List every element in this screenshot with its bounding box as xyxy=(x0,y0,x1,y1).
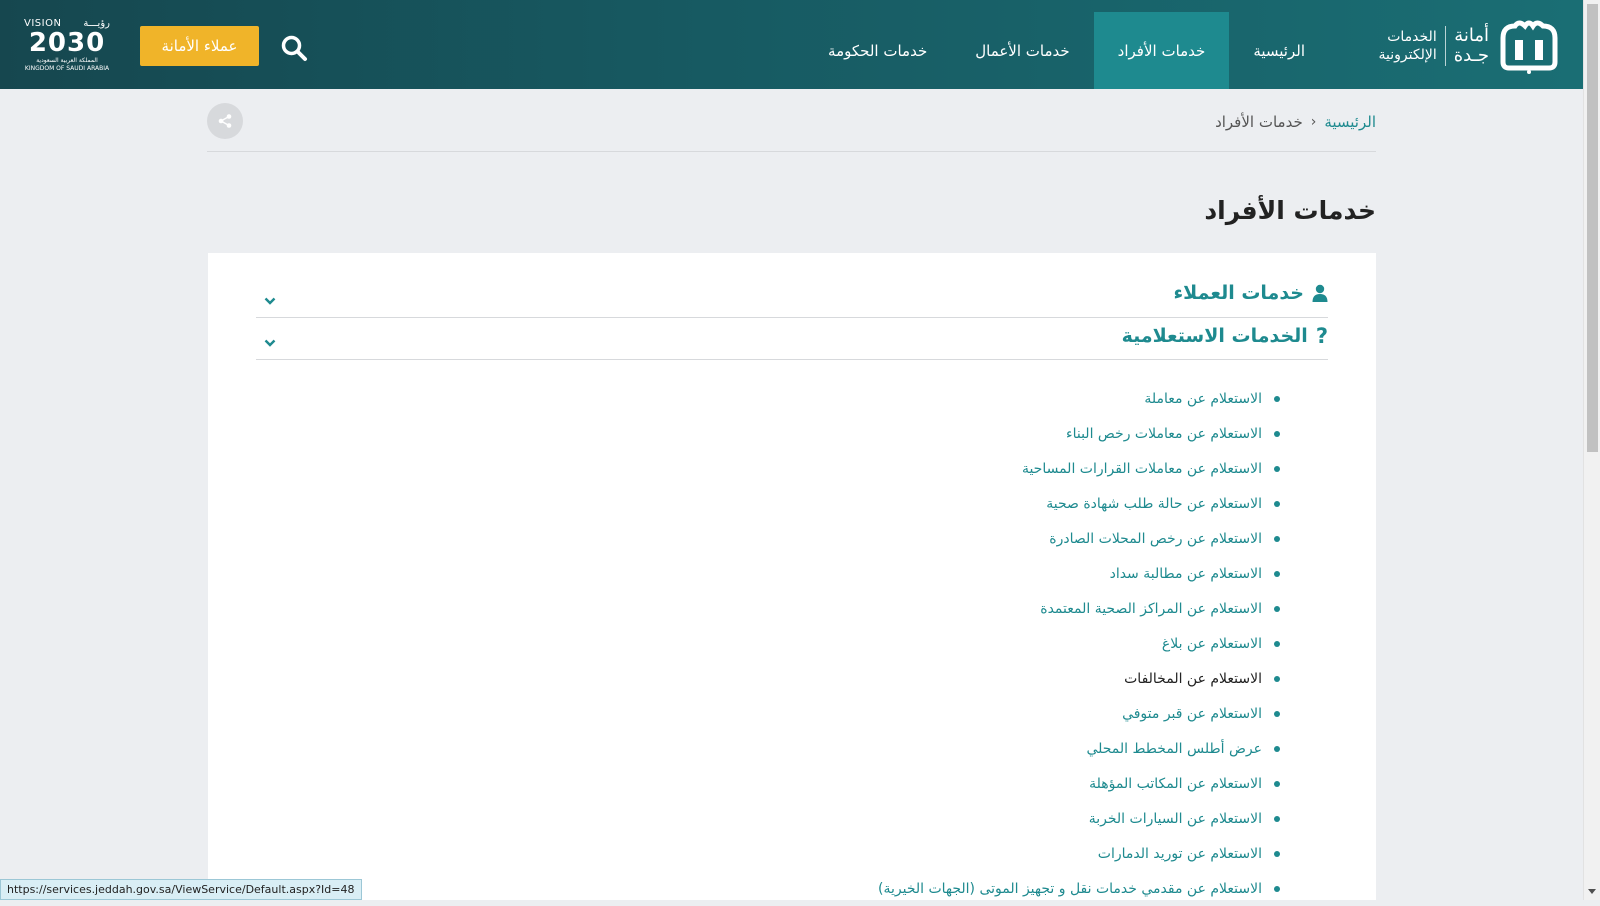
share-icon xyxy=(217,113,233,129)
service-link[interactable]: الاستعلام عن مطالبة سداد xyxy=(878,556,1280,591)
bullet-icon xyxy=(1274,606,1280,612)
service-link[interactable]: عرض أطلس المخطط المحلي xyxy=(878,731,1280,766)
breadcrumb-row: الرئيسية ‹ خدمات الأفراد xyxy=(207,101,1376,152)
service-link-label: الاستعلام عن السيارات الخربة xyxy=(1089,811,1262,827)
bullet-icon xyxy=(1274,851,1280,857)
bullet-icon xyxy=(1274,676,1280,682)
vision-country-ar: المملكة العربية السعودية xyxy=(22,57,112,65)
jeddah-municipality-logo[interactable]: أمانة جـدة الخدمات الإلكترونية xyxy=(1379,18,1562,74)
bullet-icon xyxy=(1274,466,1280,472)
bullet-icon xyxy=(1274,571,1280,577)
breadcrumb-home-link[interactable]: الرئيسية xyxy=(1324,113,1376,131)
top-header: أمانة جـدة الخدمات الإلكترونية الرئيسية … xyxy=(0,0,1583,89)
vision-2030-logo: VISION رؤيـــة 2030 المملكة العربية السع… xyxy=(22,18,112,78)
nav-item-business-services[interactable]: خدمات الأعمال xyxy=(951,12,1093,89)
nav-item-government-services[interactable]: خدمات الحكومة xyxy=(804,12,951,89)
bullet-icon xyxy=(1274,501,1280,507)
service-link-label: الاستعلام عن معاملات رخص البناء xyxy=(1066,426,1262,442)
brand-name-line2: جـدة xyxy=(1454,46,1489,66)
service-link-label: الاستعلام عن المخالفات xyxy=(1124,671,1262,687)
brand-name: أمانة جـدة xyxy=(1445,26,1489,66)
service-link-label: الاستعلام عن قبر متوفي xyxy=(1122,706,1262,722)
service-link-label: الاستعلام عن المكاتب المؤهلة xyxy=(1089,776,1262,792)
accordion-inquiry-services[interactable]: ? الخدمات الاستعلامية xyxy=(256,318,1328,360)
service-link[interactable]: الاستعلام عن مقدمي خدمات نقل و تجهيز الم… xyxy=(878,871,1280,906)
brand-subtitle: الخدمات الإلكترونية xyxy=(1379,28,1437,64)
page-title: خدمات الأفراد xyxy=(1204,196,1376,225)
bullet-icon xyxy=(1274,816,1280,822)
service-link-hovered[interactable]: الاستعلام عن المخالفات xyxy=(878,661,1280,696)
service-link[interactable]: الاستعلام عن توريد الدمارات xyxy=(878,836,1280,871)
bullet-icon xyxy=(1274,536,1280,542)
user-icon xyxy=(1312,284,1328,302)
inquiry-services-list: الاستعلام عن معاملة الاستعلام عن معاملات… xyxy=(878,381,1280,906)
search-button[interactable] xyxy=(278,34,308,64)
brand-sub-line1: الخدمات xyxy=(1379,28,1437,46)
jeddah-logo-icon xyxy=(1497,18,1561,74)
vision-country-en: KINGDOM OF SAUDI ARABIA xyxy=(22,65,112,73)
service-link[interactable]: الاستعلام عن معاملة xyxy=(878,381,1280,416)
nav-item-individual-services[interactable]: خدمات الأفراد xyxy=(1094,12,1230,89)
accordion-customer-services-label: خدمات العملاء xyxy=(1173,282,1304,304)
scrollbar-thumb[interactable] xyxy=(1587,4,1598,452)
chevron-down-icon[interactable] xyxy=(264,290,276,309)
service-link-label: الاستعلام عن رخص المحلات الصادرة xyxy=(1049,531,1262,547)
accordion-inquiry-services-label: الخدمات الاستعلامية xyxy=(1122,325,1308,347)
bullet-icon xyxy=(1274,886,1280,892)
vision-year: 2030 xyxy=(22,29,112,57)
service-link-label: الاستعلام عن بلاغ xyxy=(1162,636,1262,652)
service-link[interactable]: الاستعلام عن حالة طلب شهادة صحية xyxy=(878,486,1280,521)
bullet-icon xyxy=(1274,396,1280,402)
service-link[interactable]: الاستعلام عن المراكز الصحية المعتمدة xyxy=(878,591,1280,626)
brand-name-line1: أمانة xyxy=(1454,26,1489,46)
service-link[interactable]: الاستعلام عن معاملات رخص البناء xyxy=(878,416,1280,451)
service-link[interactable]: الاستعلام عن قبر متوفي xyxy=(878,696,1280,731)
amana-clients-button[interactable]: عملاء الأمانة xyxy=(140,26,259,66)
service-link-label: الاستعلام عن المراكز الصحية المعتمدة xyxy=(1040,601,1262,617)
bullet-icon xyxy=(1274,711,1280,717)
accordion-customer-services[interactable]: خدمات العملاء xyxy=(256,276,1328,318)
service-link[interactable]: الاستعلام عن المكاتب المؤهلة xyxy=(878,766,1280,801)
breadcrumb: الرئيسية ‹ خدمات الأفراد xyxy=(1215,113,1376,131)
breadcrumb-current: خدمات الأفراد xyxy=(1215,113,1303,131)
question-icon: ? xyxy=(1316,324,1328,348)
brand-sub-line2: الإلكترونية xyxy=(1379,46,1437,64)
service-link[interactable]: الاستعلام عن بلاغ xyxy=(878,626,1280,661)
service-link-label: الاستعلام عن حالة طلب شهادة صحية xyxy=(1046,496,1262,512)
bullet-icon xyxy=(1274,431,1280,437)
services-card: خدمات العملاء ? الخدمات الاستعلامية الاس… xyxy=(208,253,1376,900)
main-nav: الرئيسية خدمات الأفراد خدمات الأعمال خدم… xyxy=(804,12,1329,89)
browser-status-url: https://services.jeddah.gov.sa/ViewServi… xyxy=(0,879,362,900)
search-icon xyxy=(280,34,308,62)
page-scrollbar[interactable] xyxy=(1583,0,1600,900)
service-link[interactable]: الاستعلام عن معاملات القرارات المساحية xyxy=(878,451,1280,486)
nav-item-home[interactable]: الرئيسية xyxy=(1229,12,1329,89)
scroll-down-arrow-icon[interactable] xyxy=(1588,889,1596,894)
bullet-icon xyxy=(1274,781,1280,787)
service-link-label: الاستعلام عن معاملة xyxy=(1144,391,1262,407)
bullet-icon xyxy=(1274,746,1280,752)
chevron-down-icon[interactable] xyxy=(264,332,276,351)
service-link[interactable]: الاستعلام عن رخص المحلات الصادرة xyxy=(878,521,1280,556)
service-link-label: الاستعلام عن مقدمي خدمات نقل و تجهيز الم… xyxy=(878,881,1262,897)
service-link[interactable]: الاستعلام عن السيارات الخربة xyxy=(878,801,1280,836)
chevron-left-icon: ‹ xyxy=(1311,114,1317,130)
service-link-label: الاستعلام عن توريد الدمارات xyxy=(1098,846,1262,862)
share-button[interactable] xyxy=(207,103,243,139)
service-link-label: عرض أطلس المخطط المحلي xyxy=(1086,741,1262,757)
service-link-label: الاستعلام عن معاملات القرارات المساحية xyxy=(1022,461,1262,477)
bullet-icon xyxy=(1274,641,1280,647)
service-link-label: الاستعلام عن مطالبة سداد xyxy=(1110,566,1262,582)
